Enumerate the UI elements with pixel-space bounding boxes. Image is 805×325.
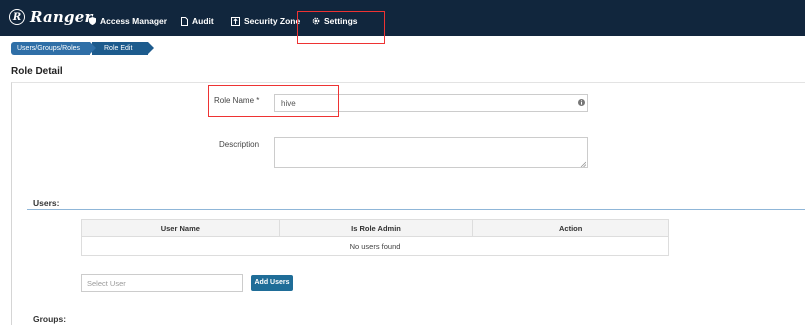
info-icon — [578, 99, 585, 106]
section-divider — [27, 209, 805, 210]
description-textarea[interactable] — [274, 137, 588, 168]
description-label: Description — [219, 140, 260, 149]
column-header-is-role-admin: Is Role Admin — [278, 219, 474, 237]
nav-label: Audit — [192, 16, 214, 26]
table-row: No users found — [81, 236, 669, 256]
brand[interactable]: R Ranger — [9, 8, 93, 26]
breadcrumb-users-groups-roles[interactable]: Users/Groups/Roles — [11, 42, 96, 55]
breadcrumb: Users/Groups/Roles Role Edit — [11, 42, 154, 55]
nav-audit[interactable]: Audit — [181, 16, 214, 26]
nav-label: Security Zone — [244, 16, 301, 26]
role-name-highlight-box — [208, 85, 339, 117]
ranger-logo-icon: R — [9, 9, 25, 25]
nav-access-manager[interactable]: Access Manager — [89, 16, 167, 26]
breadcrumb-role-edit: Role Edit — [92, 42, 154, 55]
shield-icon — [89, 17, 96, 25]
groups-section-label: Groups: — [33, 314, 67, 324]
column-header-action: Action — [472, 219, 669, 237]
nav-security-zone[interactable]: Security Zone — [231, 16, 300, 26]
settings-highlight-box — [297, 11, 385, 44]
add-users-button[interactable]: Add Users — [251, 275, 293, 291]
table-header-row: User Name Is Role Admin Action — [81, 219, 669, 237]
users-table: User Name Is Role Admin Action No users … — [81, 219, 669, 256]
top-navbar: R Ranger Access Manager Audit Security Z… — [0, 0, 805, 36]
brand-name: Ranger — [30, 8, 93, 26]
empty-table-message: No users found — [81, 236, 669, 256]
resize-handle-icon[interactable] — [580, 161, 586, 167]
nav-label: Access Manager — [100, 16, 168, 26]
users-section-label: Users: — [33, 198, 60, 208]
column-header-user-name: User Name — [81, 219, 280, 237]
page-title: Role Detail — [11, 66, 63, 77]
file-icon — [181, 16, 188, 26]
zone-icon — [231, 16, 240, 26]
select-user-input[interactable]: Select User — [81, 274, 243, 292]
